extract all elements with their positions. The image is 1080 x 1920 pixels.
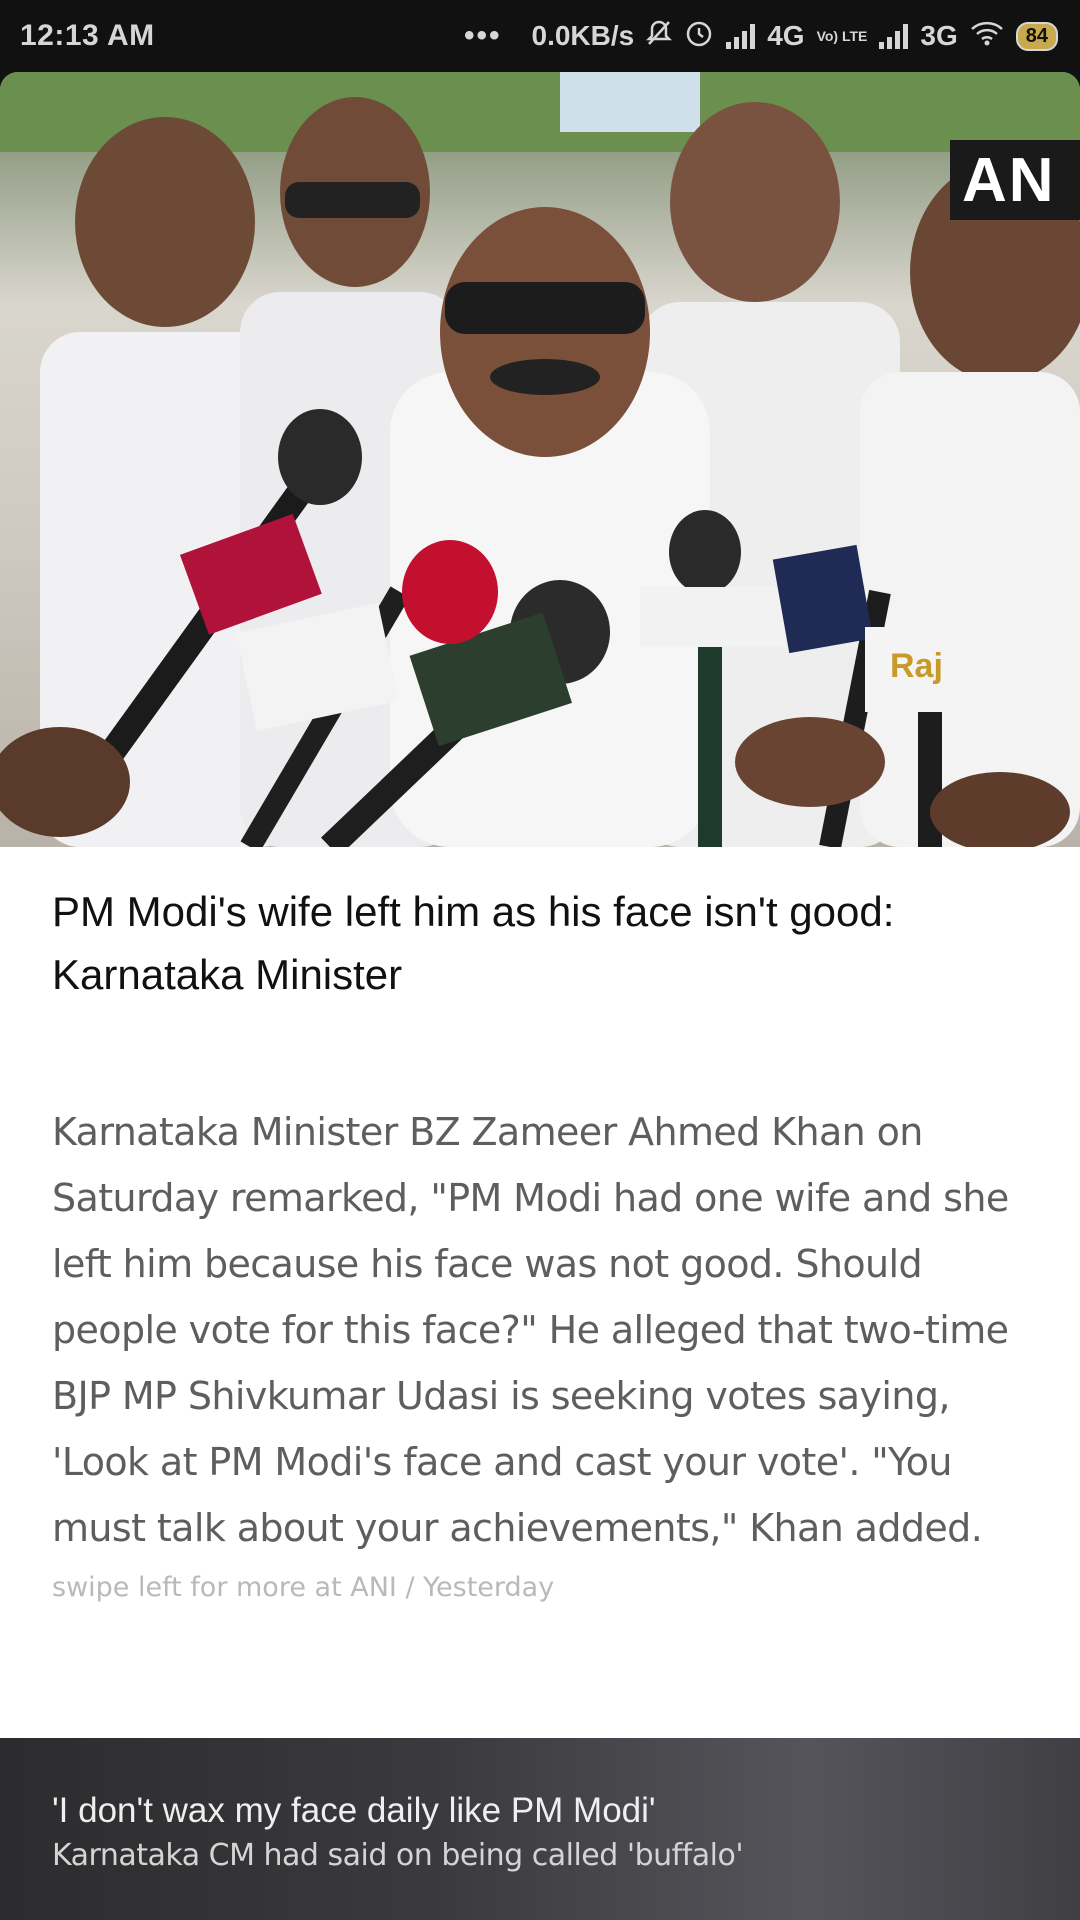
volte-label: Vo) LTE [816, 28, 868, 44]
related-story-title[interactable]: 'I don't wax my face daily like PM Modi' [52, 1788, 1028, 1834]
battery-icon: 84 [1015, 21, 1058, 51]
status-time: 12:13 AM [20, 19, 155, 52]
source-meta-link[interactable]: swipe left for more at ANI / Yesterday [52, 1572, 554, 1603]
wifi-icon [970, 19, 1004, 54]
network-speed: 0.0KB/s [531, 20, 635, 51]
signal-icon-2 [879, 23, 909, 49]
article-summary: Karnataka Minister BZ Zameer Ahmed Khan … [52, 1110, 1009, 1550]
svg-text:Raj: Raj [890, 647, 943, 685]
article-image[interactable]: Raj AN [0, 72, 1080, 847]
mute-icon [646, 19, 673, 54]
network-type-2: 3G [920, 20, 958, 51]
ani-logo: AN [950, 140, 1080, 220]
status-icons: ••• 0.0KB/s 4G Vo) LTE 3G 84 [464, 18, 1058, 55]
more-notifications-icon: ••• [463, 19, 502, 52]
related-story-banner[interactable]: 'I don't wax my face daily like PM Modi'… [0, 1738, 1080, 1920]
news-card[interactable]: Raj AN PM Modi's wife left him as his fa… [0, 72, 1080, 1920]
related-story-subtitle: Karnataka CM had said on being called 'b… [52, 1838, 744, 1873]
article-headline[interactable]: PM Modi's wife left him as his face isn'… [52, 880, 1012, 1006]
network-type-1: 4G [767, 20, 805, 51]
alarm-icon [684, 18, 714, 55]
status-bar: 12:13 AM ••• 0.0KB/s 4G Vo) LTE 3G 84 [0, 0, 1080, 72]
press-conference-illustration: Raj [0, 72, 1080, 847]
signal-icon [726, 23, 756, 49]
